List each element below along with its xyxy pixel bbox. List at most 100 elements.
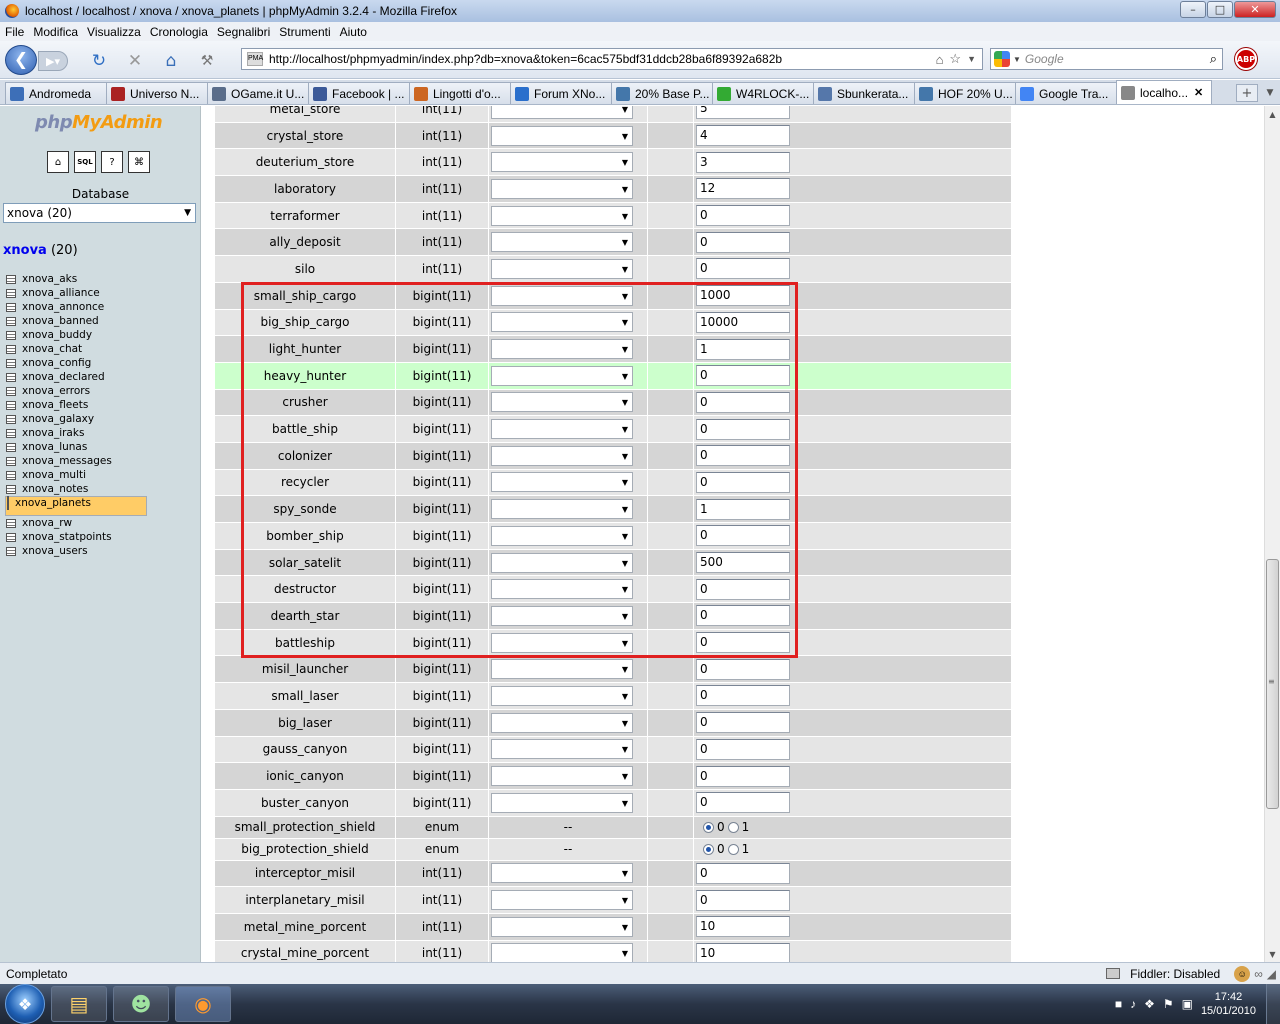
sidebar-table-xnova-alliance[interactable]: xnova_alliance xyxy=(5,286,198,300)
tab-w4rlock[interactable]: W4RLOCK-... xyxy=(712,82,814,104)
sidebar-table-label[interactable]: xnova_chat xyxy=(22,343,82,355)
tab-universo[interactable]: Universo N... xyxy=(106,82,208,104)
tab-close-icon[interactable]: ✕ xyxy=(1194,86,1203,99)
function-select[interactable]: ▼ xyxy=(491,365,633,386)
menu-aiuto[interactable]: Aiuto xyxy=(340,25,367,39)
sidebar-table-label[interactable]: xnova_notes xyxy=(22,483,88,495)
table-icon[interactable] xyxy=(6,386,16,396)
table-icon[interactable] xyxy=(6,316,16,326)
owl-icon[interactable]: ☺ xyxy=(1234,965,1251,982)
function-select[interactable]: ▼ xyxy=(491,339,633,360)
tab-localhost-active[interactable]: localho... ✕ xyxy=(1116,80,1212,104)
sidebar-table-xnova-buddy[interactable]: xnova_buddy xyxy=(5,328,198,342)
sidebar-table-xnova-galaxy[interactable]: xnova_galaxy xyxy=(5,412,198,426)
maximize-button[interactable]: □ xyxy=(1207,1,1233,18)
firefox-taskbar-button[interactable]: ◉ xyxy=(175,986,231,1022)
sidebar-table-xnova-notes[interactable]: xnova_notes xyxy=(5,482,198,496)
table-icon[interactable] xyxy=(6,344,16,354)
sidebar-table-xnova-messages[interactable]: xnova_messages xyxy=(5,454,198,468)
value-input[interactable]: 0 xyxy=(696,605,790,627)
sql-query-icon[interactable]: SQL xyxy=(74,151,96,173)
function-select[interactable]: ▼ xyxy=(491,232,633,253)
sidebar-table-xnova-annonce[interactable]: xnova_annonce xyxy=(5,300,198,314)
tab-sbunkerata[interactable]: Sbunkerata... xyxy=(813,82,915,104)
volume-icon[interactable]: ♪ xyxy=(1130,997,1136,1011)
new-tab-button[interactable]: + xyxy=(1236,84,1258,102)
explorer-taskbar-button[interactable]: ▤ xyxy=(51,986,107,1022)
sidebar-table-label[interactable]: xnova_statpoints xyxy=(22,531,112,543)
sidebar-table-xnova-multi[interactable]: xnova_multi xyxy=(5,468,198,482)
adblock-button[interactable]: ABP xyxy=(1235,48,1257,70)
table-icon[interactable] xyxy=(6,518,16,528)
sidebar-table-xnova-declared[interactable]: xnova_declared xyxy=(5,370,198,384)
home-icon[interactable]: ⌂ xyxy=(161,51,181,71)
sidebar-table-label[interactable]: xnova_buddy xyxy=(22,329,92,341)
value-input[interactable]: 0 xyxy=(696,525,790,547)
table-icon[interactable] xyxy=(6,484,16,494)
menu-file[interactable]: File xyxy=(5,25,24,39)
database-heading[interactable]: xnova (20) xyxy=(3,243,78,258)
function-select[interactable]: ▼ xyxy=(491,312,633,333)
help-icon[interactable]: ⌘ xyxy=(128,151,150,173)
value-input[interactable]: 0 xyxy=(696,391,790,413)
sidebar-table-xnova-statpoints[interactable]: xnova_statpoints xyxy=(5,530,198,544)
stop-icon[interactable]: ✕ xyxy=(125,51,145,71)
table-icon[interactable] xyxy=(6,442,16,452)
function-select[interactable]: ▼ xyxy=(491,579,633,600)
scroll-down-icon[interactable]: ▼ xyxy=(1265,946,1280,962)
function-select[interactable]: ▼ xyxy=(491,712,633,733)
value-input[interactable]: 0 xyxy=(696,765,790,787)
sidebar-table-xnova-users[interactable]: xnova_users xyxy=(5,544,198,558)
function-select[interactable]: ▼ xyxy=(491,472,633,493)
docs-icon[interactable]: ? xyxy=(101,151,123,173)
value-input[interactable]: 5 xyxy=(696,106,790,120)
function-select[interactable]: ▼ xyxy=(491,285,633,306)
function-select[interactable]: ▼ xyxy=(491,739,633,760)
sidebar-table-xnova-planets[interactable]: xnova_planets xyxy=(5,496,147,516)
windows-flag-icon[interactable]: ❖ xyxy=(1144,997,1155,1011)
function-select[interactable]: ▼ xyxy=(491,392,633,413)
value-input[interactable]: 12 xyxy=(696,178,790,200)
table-icon[interactable] xyxy=(7,496,9,510)
function-select[interactable]: ▼ xyxy=(491,552,633,573)
back-button[interactable]: ❮ xyxy=(5,45,37,75)
sidebar-table-label[interactable]: xnova_banned xyxy=(22,315,99,327)
function-select[interactable]: ▼ xyxy=(491,766,633,787)
value-input[interactable]: 0 xyxy=(696,365,790,387)
table-icon[interactable] xyxy=(6,302,16,312)
tools-icon[interactable]: ⚒ xyxy=(197,51,217,71)
function-select[interactable]: ▼ xyxy=(491,499,633,520)
tab-lingotti[interactable]: Lingotti d'o... xyxy=(409,82,511,104)
function-select[interactable]: ▼ xyxy=(491,205,633,226)
function-select[interactable]: ▼ xyxy=(491,178,633,199)
sidebar-table-label[interactable]: xnova_rw xyxy=(22,517,72,529)
function-select[interactable]: ▼ xyxy=(491,106,633,119)
tab-google-translate[interactable]: Google Tra... xyxy=(1015,82,1117,104)
sidebar-table-label[interactable]: xnova_messages xyxy=(22,455,112,467)
value-input[interactable]: 0 xyxy=(696,712,790,734)
value-input[interactable]: 3 xyxy=(696,151,790,173)
function-select[interactable]: ▼ xyxy=(491,152,633,173)
minimize-button[interactable]: – xyxy=(1180,1,1206,18)
function-select[interactable]: ▼ xyxy=(491,445,633,466)
sidebar-table-label[interactable]: xnova_users xyxy=(22,545,88,557)
show-desktop-button[interactable] xyxy=(1266,984,1280,1024)
sidebar-table-label[interactable]: xnova_fleets xyxy=(22,399,88,411)
value-input[interactable]: 0 xyxy=(696,205,790,227)
table-icon[interactable] xyxy=(6,358,16,368)
value-input[interactable]: 0 xyxy=(696,685,790,707)
url-text[interactable]: http://localhost/phpmyadmin/index.php?db… xyxy=(269,52,936,66)
url-dropdown-icon[interactable]: ▼ xyxy=(967,54,976,64)
messenger-taskbar-button[interactable]: ☻ xyxy=(113,986,169,1022)
address-bar[interactable]: PMA http://localhost/phpmyadmin/index.ph… xyxy=(241,48,983,70)
close-window-button[interactable]: ✕ xyxy=(1234,1,1276,18)
function-select[interactable]: ▼ xyxy=(491,863,633,884)
sidebar-table-label[interactable]: xnova_config xyxy=(22,357,91,369)
sidebar-table-label[interactable]: xnova_alliance xyxy=(22,287,100,299)
enum-radio-1[interactable] xyxy=(727,843,739,855)
table-icon[interactable] xyxy=(6,532,16,542)
home-icon[interactable]: ⌂ xyxy=(47,151,69,173)
function-select[interactable]: ▼ xyxy=(491,943,633,962)
reload-icon[interactable]: ↻ xyxy=(89,51,109,71)
menu-visualizza[interactable]: Visualizza xyxy=(87,25,141,39)
